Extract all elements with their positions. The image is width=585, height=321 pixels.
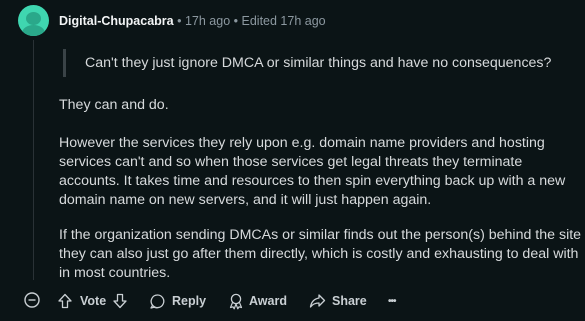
reply-button[interactable]: Reply xyxy=(149,291,206,311)
comment-paragraph: If the organization sending DMCAs or sim… xyxy=(59,227,582,281)
award-button[interactable]: Award xyxy=(228,291,287,311)
share-arrow-icon xyxy=(309,294,326,308)
comment: Digital-Chupacabra • 17h ago • Edited 17… xyxy=(0,0,585,321)
upvote-button[interactable] xyxy=(57,293,73,309)
more-options-icon: ••• xyxy=(388,295,396,307)
share-button[interactable]: Share xyxy=(309,291,367,311)
downvote-arrow-icon xyxy=(113,293,127,309)
avatar[interactable] xyxy=(18,5,49,36)
vote-group: Vote xyxy=(57,291,128,311)
collapse-minus-icon xyxy=(24,292,40,308)
comment-paragraph: However the services they rely upon e.g.… xyxy=(59,135,566,208)
edited-label: Edited 17h ago xyxy=(241,14,326,28)
award-icon xyxy=(229,293,243,309)
vote-label: Vote xyxy=(80,294,107,308)
avatar-head xyxy=(26,12,41,25)
more-options-button[interactable]: ••• xyxy=(388,291,396,311)
blockquote: Can't they just ignore DMCA or similar t… xyxy=(63,49,566,77)
meta-separator: • xyxy=(177,14,182,28)
downvote-button[interactable] xyxy=(112,293,128,309)
quote-text: Can't they just ignore DMCA or similar t… xyxy=(85,55,552,71)
collapse-button[interactable] xyxy=(24,292,40,308)
comment-meta: Digital-Chupacabra • 17h ago • Edited 17… xyxy=(59,13,326,29)
upvote-arrow-icon xyxy=(58,293,72,309)
timestamp[interactable]: 17h ago xyxy=(185,14,230,28)
reply-label: Reply xyxy=(172,294,207,308)
award-label: Award xyxy=(249,294,287,308)
share-label: Share xyxy=(332,294,367,308)
comment-bubble-icon xyxy=(150,293,165,309)
thread-line[interactable] xyxy=(33,40,34,280)
avatar-body xyxy=(22,25,45,36)
comment-paragraph: They can and do. xyxy=(59,97,169,113)
meta-separator: • xyxy=(233,14,239,28)
author-link[interactable]: Digital-Chupacabra xyxy=(59,14,174,28)
